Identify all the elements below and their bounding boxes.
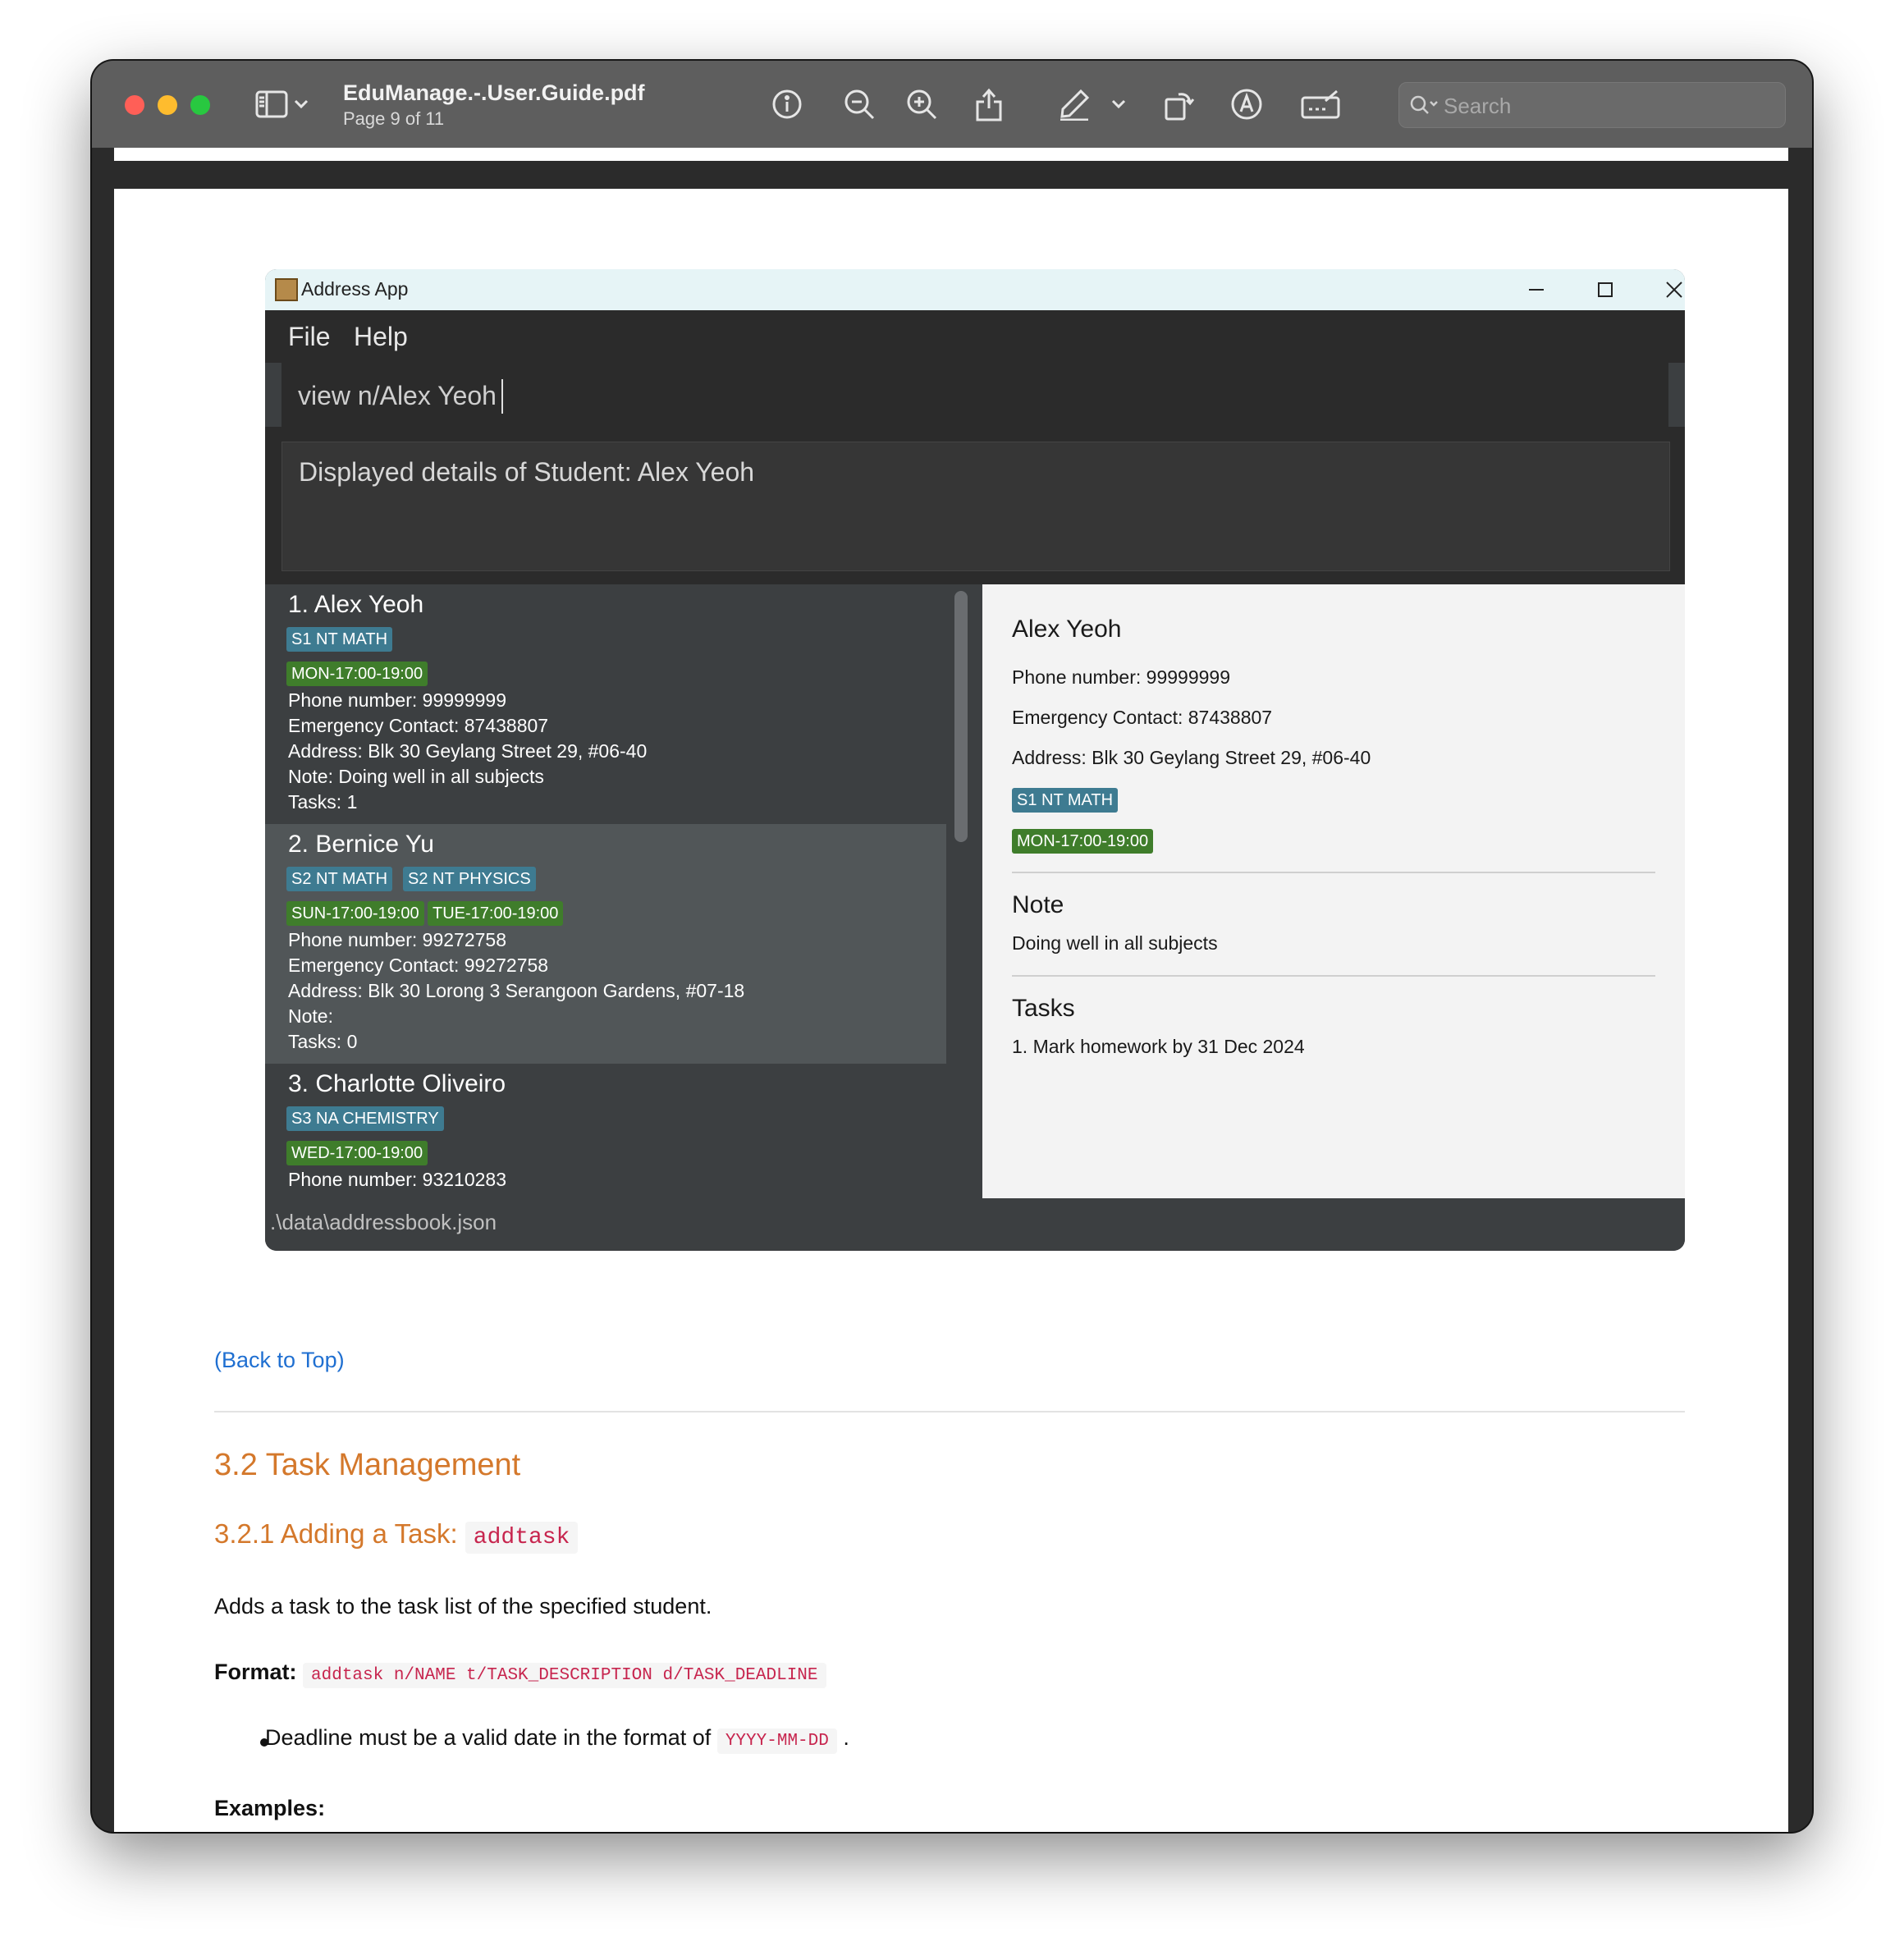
student-note: Note:: [288, 1005, 333, 1027]
bullet-code: YYYY-MM-DD: [716, 1728, 837, 1754]
app-title: Address App: [301, 278, 409, 300]
divider: [1012, 872, 1655, 873]
search-placeholder: Search: [1444, 94, 1512, 118]
result-text: Displayed details of Student: Alex Yeoh: [299, 457, 755, 487]
examples-label: Examples:: [214, 1796, 326, 1820]
student-address: Address: Blk 30 Lorong 3 Serangoon Garde…: [288, 980, 745, 1001]
maximize-icon: [1598, 282, 1613, 297]
detail-emergency: Emergency Contact: 87438807: [1012, 707, 1273, 728]
student-list: 1. Alex Yeoh S1 NT MATH MON-17:00-19:00 …: [265, 584, 977, 1198]
detail-subject-tag: S1 NT MATH: [1012, 788, 1119, 813]
detail-name: Alex Yeoh: [1012, 616, 1122, 643]
share-icon[interactable]: [968, 85, 1009, 123]
detail-note: Doing well in all subjects: [1012, 932, 1218, 954]
student-address: Address: Blk 30 Geylang Street 29, #06-4…: [288, 740, 648, 762]
app-title-bar: Address App: [265, 269, 1685, 310]
back-to-top-link[interactable]: (Back to Top): [214, 1348, 345, 1373]
student-name: 2. Bernice Yu: [288, 831, 434, 858]
minimize-window-button[interactable]: [158, 95, 177, 115]
student-phone: Phone number: 99999999: [288, 689, 506, 711]
student-tasks: Tasks: 1: [288, 791, 358, 813]
zoom-window-button[interactable]: [190, 95, 210, 115]
section-heading: 3.2 Task Management: [214, 1448, 521, 1482]
subject-tag: S2 NT MATH: [286, 867, 393, 891]
format-code: addtask n/NAME t/TASK_DESCRIPTION d/TASK…: [303, 1663, 826, 1688]
result-display: Displayed details of Student: Alex Yeoh: [281, 442, 1670, 571]
subsection-code: addtask: [465, 1522, 579, 1554]
menu-file: File: [288, 322, 331, 351]
class-tag: MON-17:00-19:00: [286, 662, 428, 686]
subsection-heading-text: 3.2.1 Adding a Task:: [214, 1518, 458, 1549]
markup-circle-icon[interactable]: [1226, 85, 1267, 123]
scrollbar-thumb: [954, 591, 968, 842]
address-book-icon: [275, 278, 298, 301]
subject-tag: S1 NT MATH: [286, 627, 393, 652]
student-card: 3. Charlotte Oliveiro S3 NA CHEMISTRY WE…: [265, 1064, 946, 1198]
detail-address: Address: Blk 30 Geylang Street 29, #06-4…: [1012, 747, 1371, 768]
previous-page-edge: [114, 148, 1788, 161]
subject-tag: S2 NT PHYSICS: [403, 867, 536, 891]
detail-class-tag: MON-17:00-19:00: [1012, 829, 1154, 854]
chevron-down-icon[interactable]: [289, 85, 314, 123]
minimize-icon: [1529, 289, 1544, 291]
section-divider: [214, 1411, 1685, 1412]
student-card: 1. Alex Yeoh S1 NT MATH MON-17:00-19:00 …: [265, 584, 946, 824]
detail-phone: Phone number: 99999999: [1012, 666, 1230, 688]
detail-task-item: 1. Mark homework by 31 Dec 2024: [1012, 1036, 1305, 1057]
subsection-heading: 3.2.1 Adding a Task: addtask: [214, 1518, 579, 1554]
detail-note-heading: Note: [1012, 891, 1064, 918]
student-emergency: Emergency Contact: 87438807: [288, 715, 549, 736]
chevron-down-icon[interactable]: [1106, 85, 1131, 123]
class-tag: TUE-17:00-19:00: [428, 901, 564, 926]
info-icon[interactable]: [767, 85, 808, 123]
command-box: view n/Alex Yeoh: [281, 363, 1668, 429]
subject-tag: S3 NA CHEMISTRY: [286, 1106, 444, 1131]
close-window-button[interactable]: [125, 95, 144, 115]
zoom-out-icon[interactable]: [839, 85, 880, 123]
search-icon: [1410, 95, 1438, 114]
class-tag: WED-17:00-19:00: [286, 1141, 428, 1165]
zoom-in-icon[interactable]: [901, 85, 942, 123]
page-indicator: Page 9 of 11: [343, 108, 445, 129]
document-canvas[interactable]: Address App File Help view n/Alex Yeoh D…: [92, 148, 1812, 1832]
markup-pen-icon[interactable]: [1054, 85, 1095, 123]
address-app-screenshot: Address App File Help view n/Alex Yeoh D…: [265, 269, 1685, 1251]
student-name: 1. Alex Yeoh: [288, 591, 424, 618]
data-file-path: .\data\addressbook.json: [270, 1210, 497, 1234]
student-phone: Phone number: 93210283: [288, 1169, 506, 1190]
student-note: Note: Doing well in all subjects: [288, 766, 544, 787]
class-tag: SUN-17:00-19:00: [286, 901, 424, 926]
sidebar-icon[interactable]: [251, 85, 292, 123]
rotate-icon[interactable]: [1159, 85, 1200, 123]
format-line: Format: addtask n/NAME t/TASK_DESCRIPTIO…: [214, 1660, 826, 1688]
list-scrollbar: [946, 584, 977, 1198]
signature-icon[interactable]: [1300, 85, 1341, 123]
description-paragraph: Adds a task to the task list of the spec…: [214, 1594, 712, 1618]
document-title: EduManage.-.User.Guide.pdf: [343, 80, 645, 105]
search-field[interactable]: Search: [1398, 82, 1786, 128]
student-name: 3. Charlotte Oliveiro: [288, 1070, 506, 1097]
student-phone: Phone number: 99272758: [288, 929, 506, 950]
close-icon: [1666, 282, 1682, 298]
command-text: view n/Alex Yeoh: [298, 381, 497, 410]
detail-tasks-heading: Tasks: [1012, 995, 1075, 1022]
text-cursor: [501, 379, 503, 414]
student-emergency: Emergency Contact: 99272758: [288, 955, 549, 976]
pdf-page: Address App File Help view n/Alex Yeoh D…: [114, 189, 1788, 1832]
bullet-end: .: [843, 1725, 849, 1750]
app-menu-bar: File Help: [265, 310, 1685, 363]
status-bar: .\data\addressbook.json: [265, 1198, 1685, 1251]
menu-help: Help: [354, 322, 408, 351]
student-tasks: Tasks: 0: [288, 1031, 358, 1052]
divider: [1012, 975, 1655, 977]
bullet-text: Deadline must be a valid date in the for…: [265, 1725, 712, 1750]
student-card: 2. Bernice Yu S2 NT MATH S2 NT PHYSICS S…: [265, 824, 946, 1064]
pdf-viewer-window: EduManage.-.User.Guide.pdf Page 9 of 11: [92, 61, 1812, 1832]
viewer-toolbar: EduManage.-.User.Guide.pdf Page 9 of 11: [92, 61, 1812, 148]
bullet-item: Deadline must be a valid date in the for…: [265, 1725, 849, 1754]
format-label: Format:: [214, 1660, 297, 1684]
student-detail-panel: Alex Yeoh Phone number: 99999999 Emergen…: [982, 584, 1685, 1198]
